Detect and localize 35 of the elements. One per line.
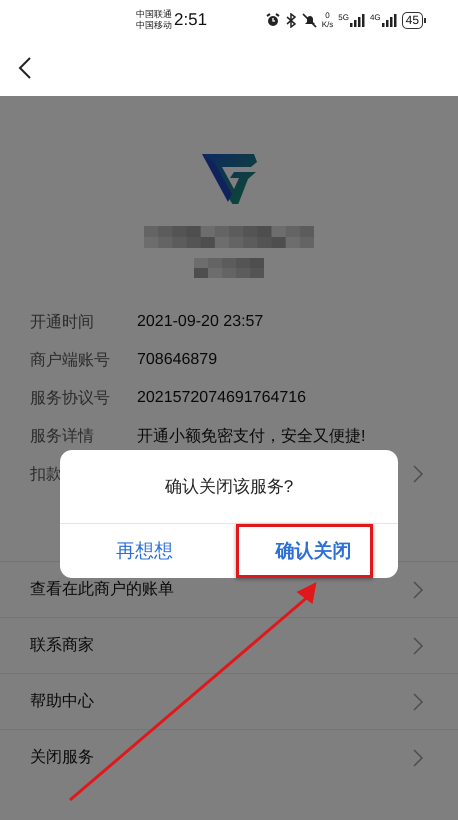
chevron-icon[interactable] (412, 580, 424, 600)
back-button[interactable] (17, 56, 33, 80)
confirm-button[interactable]: 确认关闭 (229, 524, 398, 578)
detail-label: 服务详情 (30, 426, 95, 446)
menu-item[interactable]: 联系商家 (30, 635, 94, 656)
detail-value: 708646879 (137, 351, 218, 369)
muted-bell-icon (302, 12, 317, 28)
menu-item[interactable]: 关闭服务 (30, 747, 94, 768)
detail-value: 开通小额免密支付，安全又便捷! (137, 426, 366, 446)
detail-value: 2021-09-20 23:57 (137, 313, 264, 331)
chevron-icon[interactable] (412, 636, 424, 656)
chevron-icon[interactable] (412, 692, 424, 712)
battery-level: 45 (402, 12, 423, 28)
bluetooth-icon (284, 12, 297, 28)
alarm-icon (266, 13, 280, 27)
detail-label: 服务协议号 (30, 388, 111, 408)
clock-time: 2:51 (174, 10, 208, 30)
network-label: 5G (338, 14, 349, 22)
signal-icon (350, 14, 365, 26)
chevron-icon[interactable] (412, 464, 424, 484)
chevron-icon[interactable] (412, 748, 424, 768)
detail-label: 扣款 (30, 464, 63, 484)
network-label: 4G (370, 14, 381, 22)
cancel-button[interactable]: 再想想 (60, 524, 229, 578)
net-speed-value: 0 (325, 11, 330, 20)
detail-label: 商户端账号 (30, 350, 111, 370)
detail-value: 2021572074691764716 (137, 389, 306, 407)
menu-item[interactable]: 帮助中心 (30, 691, 94, 712)
menu-item[interactable]: 查看在此商户的账单 (30, 579, 174, 600)
carrier-name: 中国联通 (136, 9, 172, 20)
carrier-name: 中国移动 (136, 20, 172, 31)
dialog-message: 确认关闭该服务? (164, 476, 294, 498)
net-speed-unit: K/s (322, 20, 334, 29)
detail-label: 开通时间 (30, 312, 95, 332)
signal-icon (382, 14, 397, 26)
